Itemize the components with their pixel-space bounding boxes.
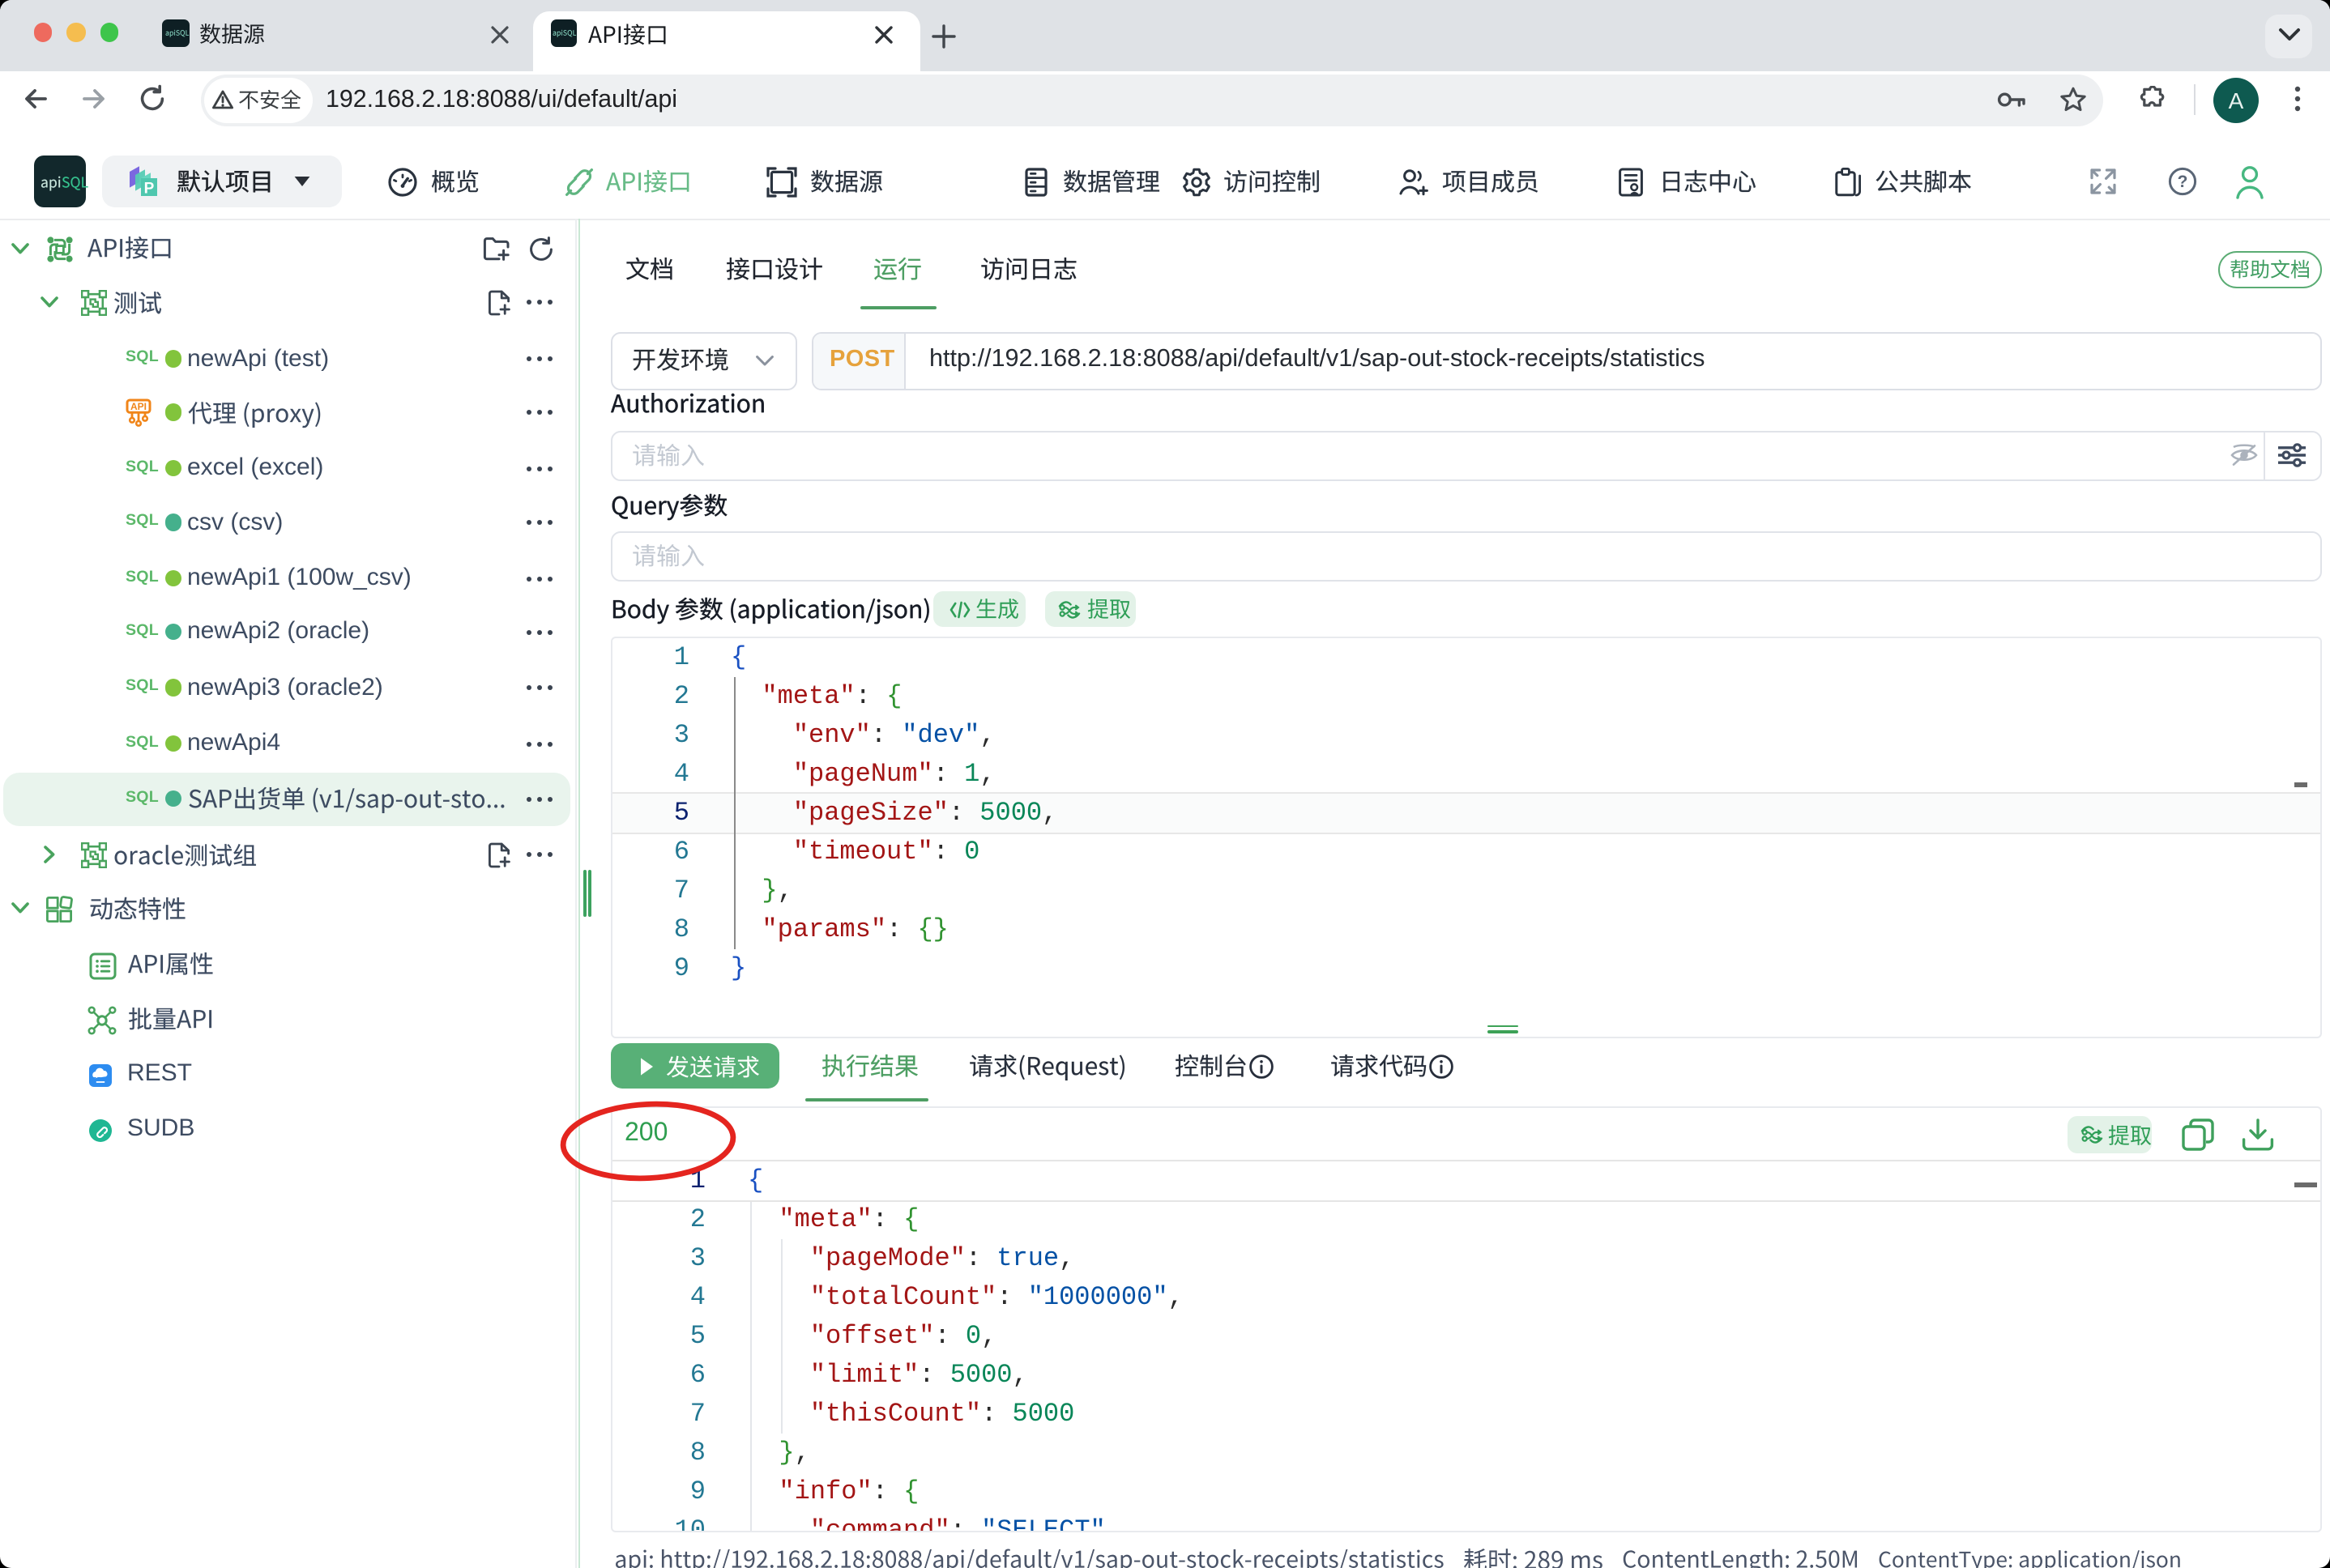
- svg-text:?: ?: [2178, 173, 2188, 191]
- svg-text:P: P: [144, 181, 155, 198]
- svg-text:API: API: [130, 400, 147, 411]
- svg-text:A: A: [2229, 87, 2244, 113]
